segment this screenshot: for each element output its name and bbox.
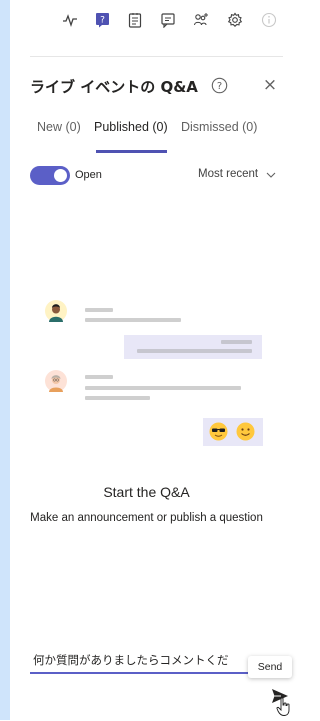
- placeholder-line: [85, 396, 150, 400]
- send-tooltip: Send: [248, 656, 292, 678]
- qa-icon[interactable]: ?: [95, 12, 111, 28]
- help-icon[interactable]: ?: [211, 77, 228, 94]
- open-toggle[interactable]: [30, 166, 70, 185]
- illustration-bubble: [124, 335, 262, 359]
- panel-title: ライブ イベントの Q&A: [30, 78, 198, 96]
- notes-icon[interactable]: [127, 12, 143, 28]
- tab-dismissed[interactable]: Dismissed (0): [181, 120, 257, 134]
- svg-text:?: ?: [100, 16, 105, 26]
- active-tab-indicator: [96, 150, 167, 153]
- hand-cursor-icon: [276, 697, 292, 717]
- close-button[interactable]: ×: [262, 75, 278, 95]
- svg-text:?: ?: [217, 81, 222, 92]
- smile-emoji-icon: [236, 422, 255, 441]
- tab-published[interactable]: Published (0): [94, 120, 168, 134]
- toggle-label: Open: [75, 169, 102, 181]
- placeholder-line: [85, 308, 113, 312]
- sunglasses-emoji-icon: [209, 422, 228, 441]
- settings-icon[interactable]: [227, 12, 243, 28]
- avatar-illustration-2: [45, 370, 67, 392]
- reaction-bubble: [203, 418, 263, 446]
- placeholder-line: [85, 386, 241, 390]
- placeholder-line: [85, 375, 113, 379]
- avatar-illustration-1: [45, 300, 67, 322]
- placeholder-line: [85, 318, 181, 322]
- empty-state-subtitle: Make an announcement or publish a questi…: [30, 512, 263, 524]
- meeting-toolbar: ?: [10, 0, 293, 40]
- sort-selected-value: Most recent: [198, 168, 259, 180]
- people-add-icon[interactable]: [193, 12, 209, 28]
- chat-icon[interactable]: [160, 12, 176, 28]
- chevron-down-icon: [266, 170, 276, 178]
- toolbar-divider: [30, 56, 283, 57]
- left-panel-strip: [0, 0, 10, 720]
- tab-new[interactable]: New (0): [37, 120, 81, 134]
- qa-tabs: New (0) Published (0) Dismissed (0): [30, 114, 293, 154]
- sort-dropdown[interactable]: Most recent: [198, 168, 276, 180]
- toggle-knob: [54, 169, 67, 182]
- placeholder-line: [221, 340, 252, 344]
- placeholder-line: [137, 349, 252, 353]
- activity-icon[interactable]: [62, 12, 78, 28]
- compose-input[interactable]: [30, 648, 254, 674]
- empty-state-title: Start the Q&A: [103, 484, 190, 500]
- info-icon[interactable]: [261, 12, 277, 28]
